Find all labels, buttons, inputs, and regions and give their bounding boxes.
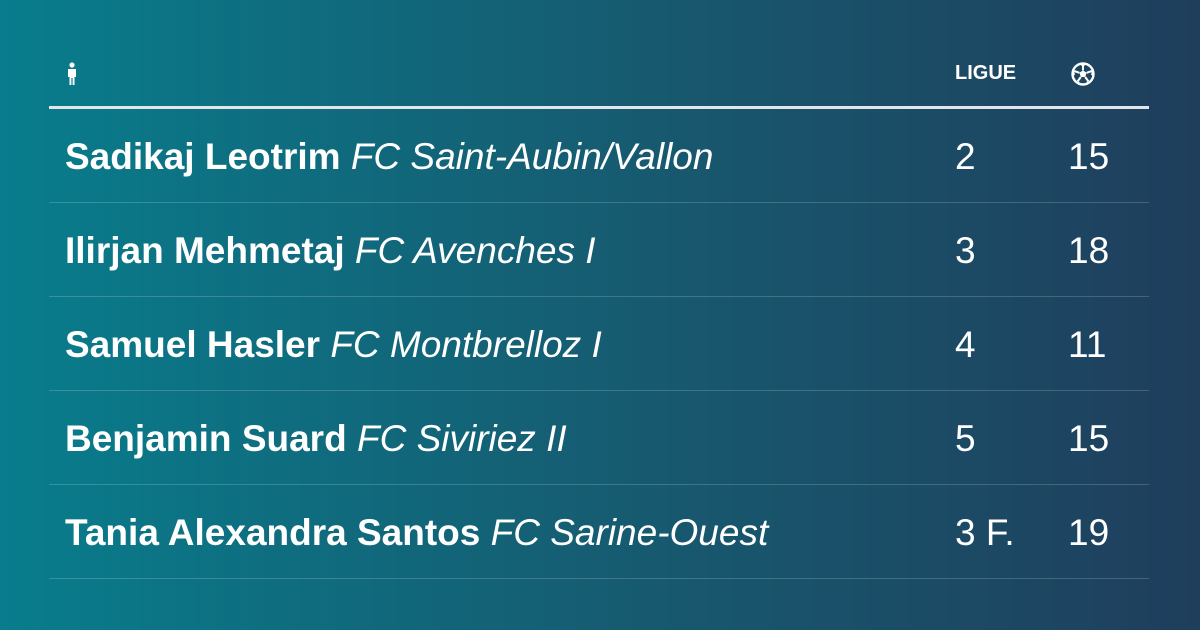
soccer-ball-icon xyxy=(1070,61,1096,87)
league-value: 3 F. xyxy=(955,512,1015,553)
table-row: Sadikaj Leotrim FC Saint-Aubin/Vallon 2 … xyxy=(49,109,1149,203)
league-value: 2 xyxy=(955,136,976,177)
table-header: LIGUE xyxy=(49,52,1149,109)
goals-value: 15 xyxy=(1068,418,1110,459)
player-name: Sadikaj Leotrim xyxy=(65,136,341,177)
player-club: FC Sarine-Ouest xyxy=(490,512,769,553)
player-cell: Samuel Hasler FC Montbrelloz I xyxy=(65,324,602,366)
player-cell: Benjamin Suard FC Siviriez II xyxy=(65,418,567,460)
league-value: 3 xyxy=(955,230,976,271)
table-row: Samuel Hasler FC Montbrelloz I 4 11 xyxy=(49,297,1149,391)
table-row: Ilirjan Mehmetaj FC Avenches I 3 18 xyxy=(49,203,1149,297)
player-club: FC Montbrelloz I xyxy=(330,324,602,365)
league-value: 4 xyxy=(955,324,976,365)
player-name: Samuel Hasler xyxy=(65,324,321,365)
player-name: Benjamin Suard xyxy=(65,418,347,459)
player-club: FC Saint-Aubin/Vallon xyxy=(350,136,714,177)
player-cell: Sadikaj Leotrim FC Saint-Aubin/Vallon xyxy=(65,136,713,178)
player-cell: Ilirjan Mehmetaj FC Avenches I xyxy=(65,230,596,272)
league-column-header: LIGUE xyxy=(955,62,1017,84)
table-row: Tania Alexandra Santos FC Sarine-Ouest 3… xyxy=(49,485,1149,579)
table-row: Benjamin Suard FC Siviriez II 5 15 xyxy=(49,391,1149,485)
goals-value: 18 xyxy=(1068,230,1110,271)
player-club: FC Avenches I xyxy=(354,230,596,271)
player-cell: Tania Alexandra Santos FC Sarine-Ouest xyxy=(65,512,768,554)
scorers-table: LIGUE Sadikaj Leotrim FC Saint-Aubin/Val… xyxy=(49,52,1149,579)
player-club: FC Siviriez II xyxy=(356,418,567,459)
goals-value: 11 xyxy=(1068,324,1107,365)
goals-value: 19 xyxy=(1068,512,1110,553)
person-icon xyxy=(65,62,79,86)
player-name: Ilirjan Mehmetaj xyxy=(65,230,345,271)
league-value: 5 xyxy=(955,418,976,459)
player-name: Tania Alexandra Santos xyxy=(65,512,481,553)
goals-value: 15 xyxy=(1068,136,1110,177)
